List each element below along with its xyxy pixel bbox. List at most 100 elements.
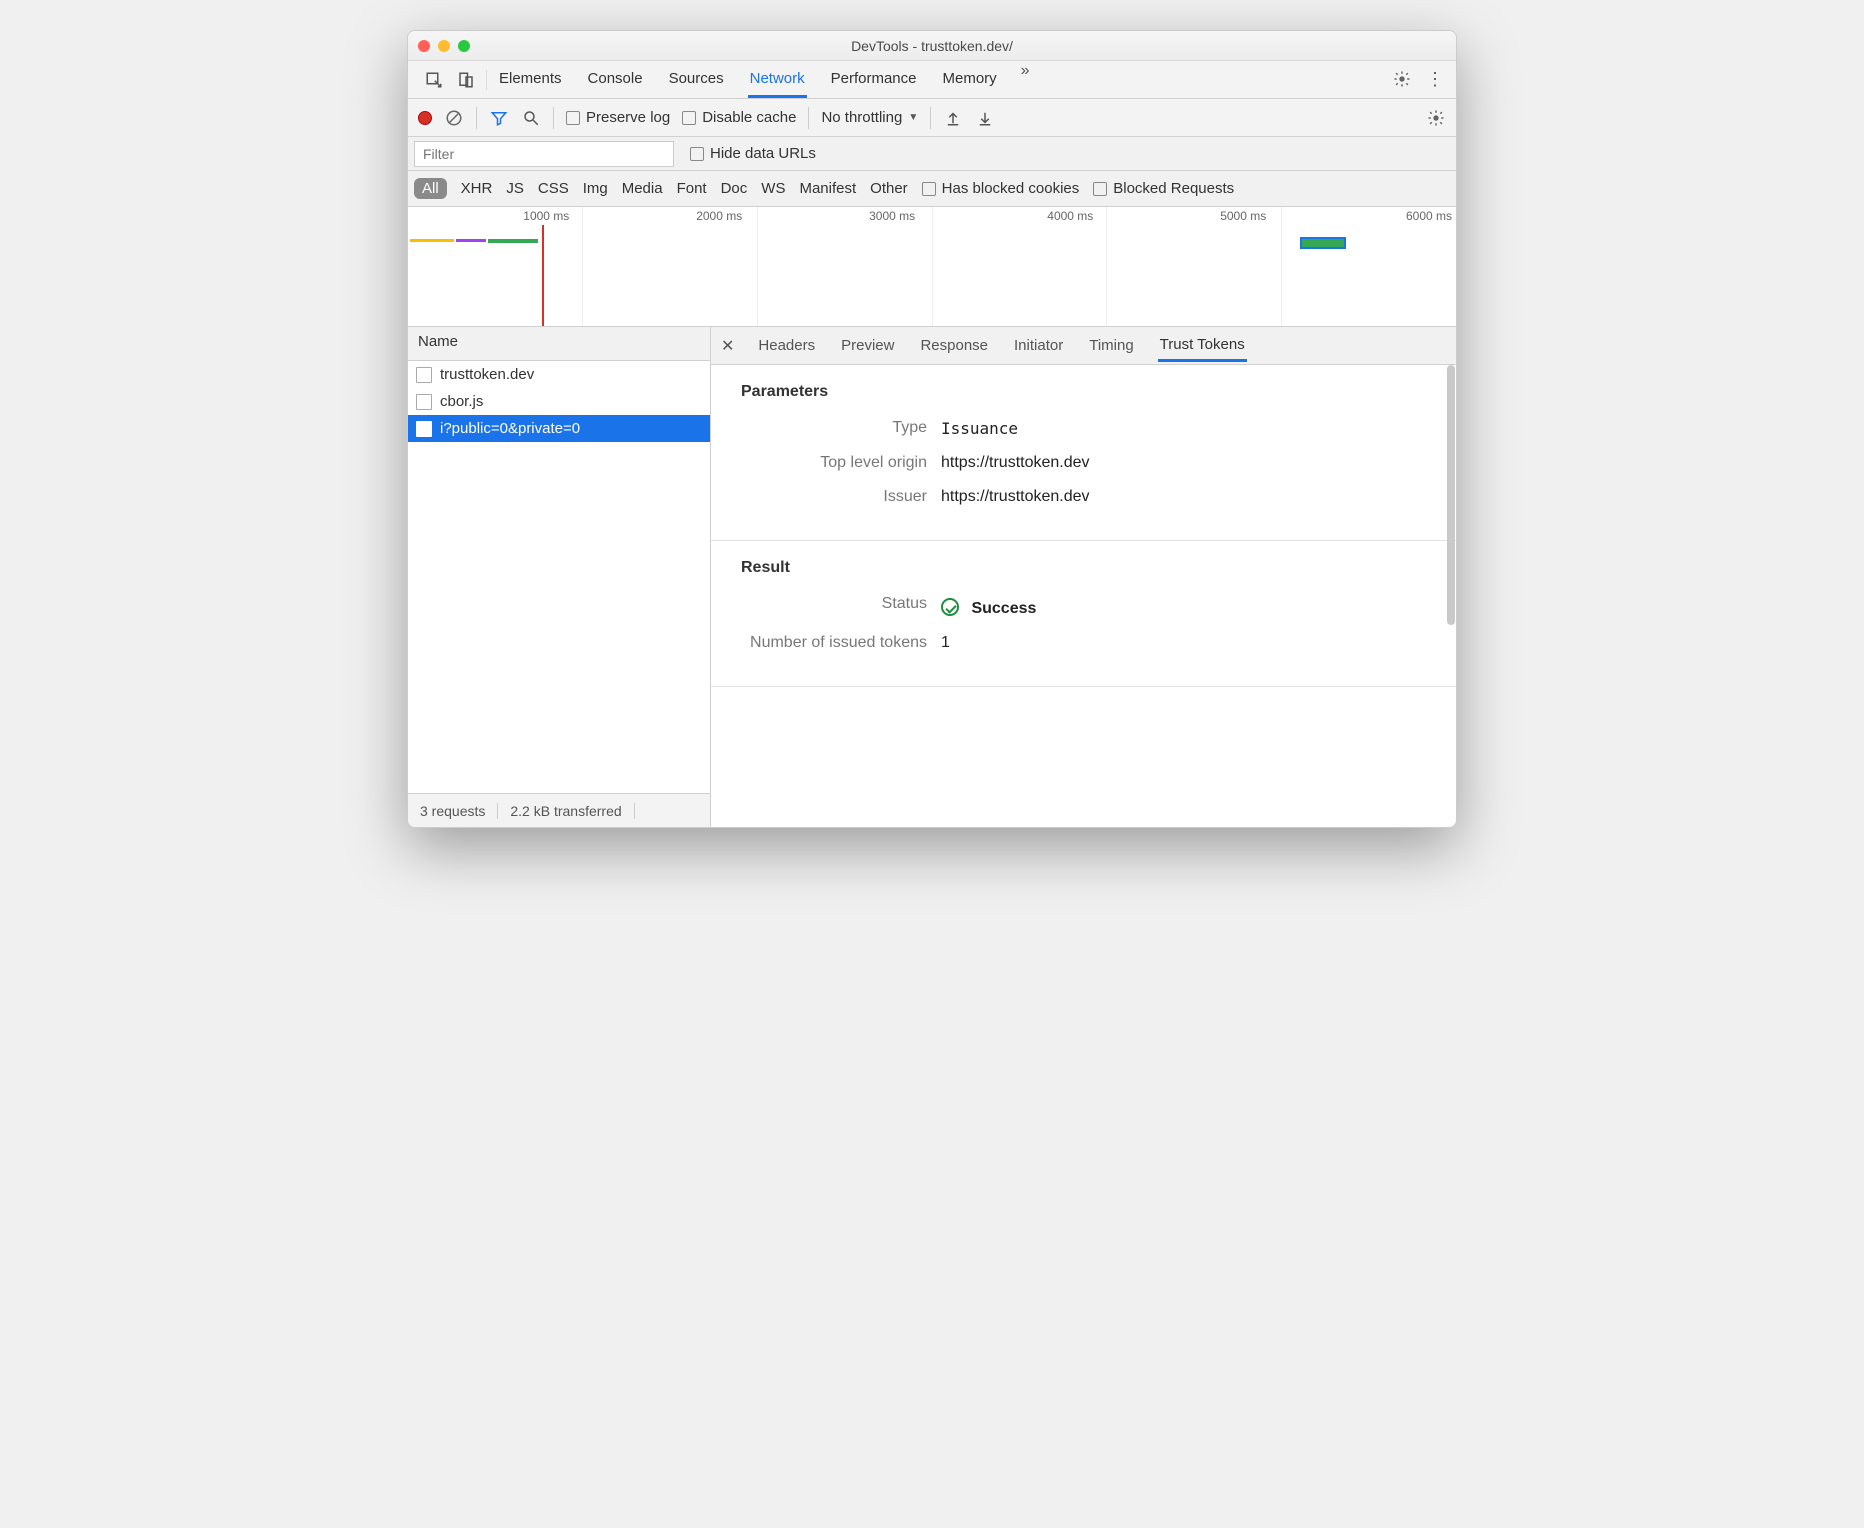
request-row[interactable]: cbor.js — [408, 388, 710, 415]
blocked-requests-label: Blocked Requests — [1113, 180, 1234, 197]
request-list-panel: Name trusttoken.dev cbor.js i?public=0&p… — [408, 327, 711, 827]
result-issued-label: Number of issued tokens — [741, 634, 941, 652]
tab-sources[interactable]: Sources — [667, 62, 726, 98]
titlebar: DevTools - trusttoken.dev/ — [408, 31, 1456, 61]
result-issued-value: 1 — [941, 634, 1426, 652]
dtab-timing[interactable]: Timing — [1087, 331, 1135, 360]
requests-count: 3 requests — [408, 803, 498, 819]
type-pill-other[interactable]: Other — [870, 180, 908, 197]
clear-icon[interactable] — [444, 108, 464, 128]
filter-input[interactable] — [414, 141, 674, 167]
filter-icon[interactable] — [489, 108, 509, 128]
timeline-event — [456, 239, 486, 242]
timeline-tick: 3000 ms — [869, 209, 915, 223]
detail-panel: ✕ Headers Preview Response Initiator Tim… — [711, 327, 1456, 827]
result-status-label: Status — [741, 595, 941, 618]
transferred-size: 2.2 kB transferred — [498, 803, 634, 819]
type-pill-media[interactable]: Media — [622, 180, 663, 197]
record-button[interactable] — [418, 111, 432, 125]
request-name: trusttoken.dev — [440, 366, 534, 383]
type-pill-img[interactable]: Img — [583, 180, 608, 197]
timeline-tick: 1000 ms — [523, 209, 569, 223]
request-list-header[interactable]: Name — [408, 327, 710, 361]
main-tabbar: Elements Console Sources Network Perform… — [408, 61, 1456, 99]
param-type-label: Type — [741, 419, 941, 438]
request-row[interactable]: i?public=0&private=0 — [408, 415, 710, 442]
has-blocked-cookies-label: Has blocked cookies — [942, 180, 1080, 197]
success-icon — [941, 598, 959, 616]
type-pill-ws[interactable]: WS — [761, 180, 785, 197]
param-issuer-label: Issuer — [741, 488, 941, 506]
timeline-overview[interactable]: 1000 ms 2000 ms 3000 ms 4000 ms 5000 ms … — [408, 207, 1456, 327]
chevron-down-icon: ▼ — [908, 112, 918, 123]
param-issuer-value: https://trusttoken.dev — [941, 488, 1426, 506]
tab-elements[interactable]: Elements — [497, 62, 564, 98]
timeline-tick: 5000 ms — [1220, 209, 1266, 223]
type-pill-doc[interactable]: Doc — [721, 180, 748, 197]
document-icon — [416, 421, 432, 437]
type-filter-bar: All XHR JS CSS Img Media Font Doc WS Man… — [408, 171, 1456, 207]
upload-har-icon[interactable] — [943, 108, 963, 128]
dtab-initiator[interactable]: Initiator — [1012, 331, 1065, 360]
type-pill-font[interactable]: Font — [677, 180, 707, 197]
scrollbar-thumb[interactable] — [1447, 365, 1455, 625]
search-icon[interactable] — [521, 108, 541, 128]
devtools-window: DevTools - trusttoken.dev/ Elements Cons… — [407, 30, 1457, 828]
hide-data-urls-label: Hide data URLs — [710, 145, 816, 162]
result-section: Result Status Success Number of issued t… — [711, 541, 1456, 687]
timeline-tick: 2000 ms — [696, 209, 742, 223]
network-settings-icon[interactable] — [1426, 108, 1446, 128]
timeline-tick: 6000 ms — [1406, 209, 1452, 223]
result-status-text: Success — [971, 600, 1036, 617]
settings-icon[interactable] — [1392, 69, 1412, 89]
request-name: cbor.js — [440, 393, 483, 410]
more-icon[interactable]: ⋮ — [1426, 69, 1444, 90]
has-blocked-cookies-checkbox[interactable]: Has blocked cookies — [922, 180, 1080, 197]
timeline-event — [1300, 237, 1346, 249]
download-har-icon[interactable] — [975, 108, 995, 128]
detail-tabbar: ✕ Headers Preview Response Initiator Tim… — [711, 327, 1456, 365]
type-pill-js[interactable]: JS — [506, 180, 524, 197]
result-heading: Result — [741, 559, 1426, 577]
disable-cache-label: Disable cache — [702, 109, 796, 126]
parameters-section: Parameters Type Issuance Top level origi… — [711, 365, 1456, 541]
parameters-heading: Parameters — [741, 383, 1426, 401]
disable-cache-checkbox[interactable]: Disable cache — [682, 109, 796, 126]
hide-data-urls-checkbox[interactable]: Hide data URLs — [690, 145, 816, 162]
blocked-requests-checkbox[interactable]: Blocked Requests — [1093, 180, 1234, 197]
document-icon — [416, 367, 432, 383]
dtab-trusttokens[interactable]: Trust Tokens — [1158, 330, 1247, 362]
type-pill-manifest[interactable]: Manifest — [799, 180, 856, 197]
detail-body: Parameters Type Issuance Top level origi… — [711, 365, 1456, 827]
timeline-load-marker — [542, 225, 544, 326]
filter-bar: Hide data URLs — [408, 137, 1456, 171]
request-name: i?public=0&private=0 — [440, 420, 580, 437]
device-toggle-icon[interactable] — [456, 70, 476, 90]
document-icon — [416, 394, 432, 410]
request-list: trusttoken.dev cbor.js i?public=0&privat… — [408, 361, 710, 793]
timeline-tick: 4000 ms — [1047, 209, 1093, 223]
close-detail-icon[interactable]: ✕ — [721, 336, 734, 356]
type-pill-css[interactable]: CSS — [538, 180, 569, 197]
request-list-footer: 3 requests 2.2 kB transferred — [408, 793, 710, 827]
tab-network[interactable]: Network — [748, 62, 807, 98]
type-pill-xhr[interactable]: XHR — [461, 180, 493, 197]
dtab-headers[interactable]: Headers — [756, 331, 817, 360]
request-row[interactable]: trusttoken.dev — [408, 361, 710, 388]
network-main: Name trusttoken.dev cbor.js i?public=0&p… — [408, 327, 1456, 827]
tabs-overflow-button[interactable]: » — [1021, 62, 1030, 98]
dtab-preview[interactable]: Preview — [839, 331, 896, 360]
tab-performance[interactable]: Performance — [829, 62, 919, 98]
param-toplevel-value: https://trusttoken.dev — [941, 454, 1426, 472]
throttling-select[interactable]: No throttling ▼ — [821, 109, 918, 126]
preserve-log-checkbox[interactable]: Preserve log — [566, 109, 670, 126]
tab-console[interactable]: Console — [586, 62, 645, 98]
dtab-response[interactable]: Response — [918, 331, 990, 360]
tab-memory[interactable]: Memory — [941, 62, 999, 98]
inspect-icon[interactable] — [424, 70, 444, 90]
param-toplevel-label: Top level origin — [741, 454, 941, 472]
network-toolbar: Preserve log Disable cache No throttling… — [408, 99, 1456, 137]
window-title: DevTools - trusttoken.dev/ — [408, 38, 1456, 54]
type-pill-all[interactable]: All — [414, 178, 447, 199]
param-type-value: Issuance — [941, 419, 1426, 438]
